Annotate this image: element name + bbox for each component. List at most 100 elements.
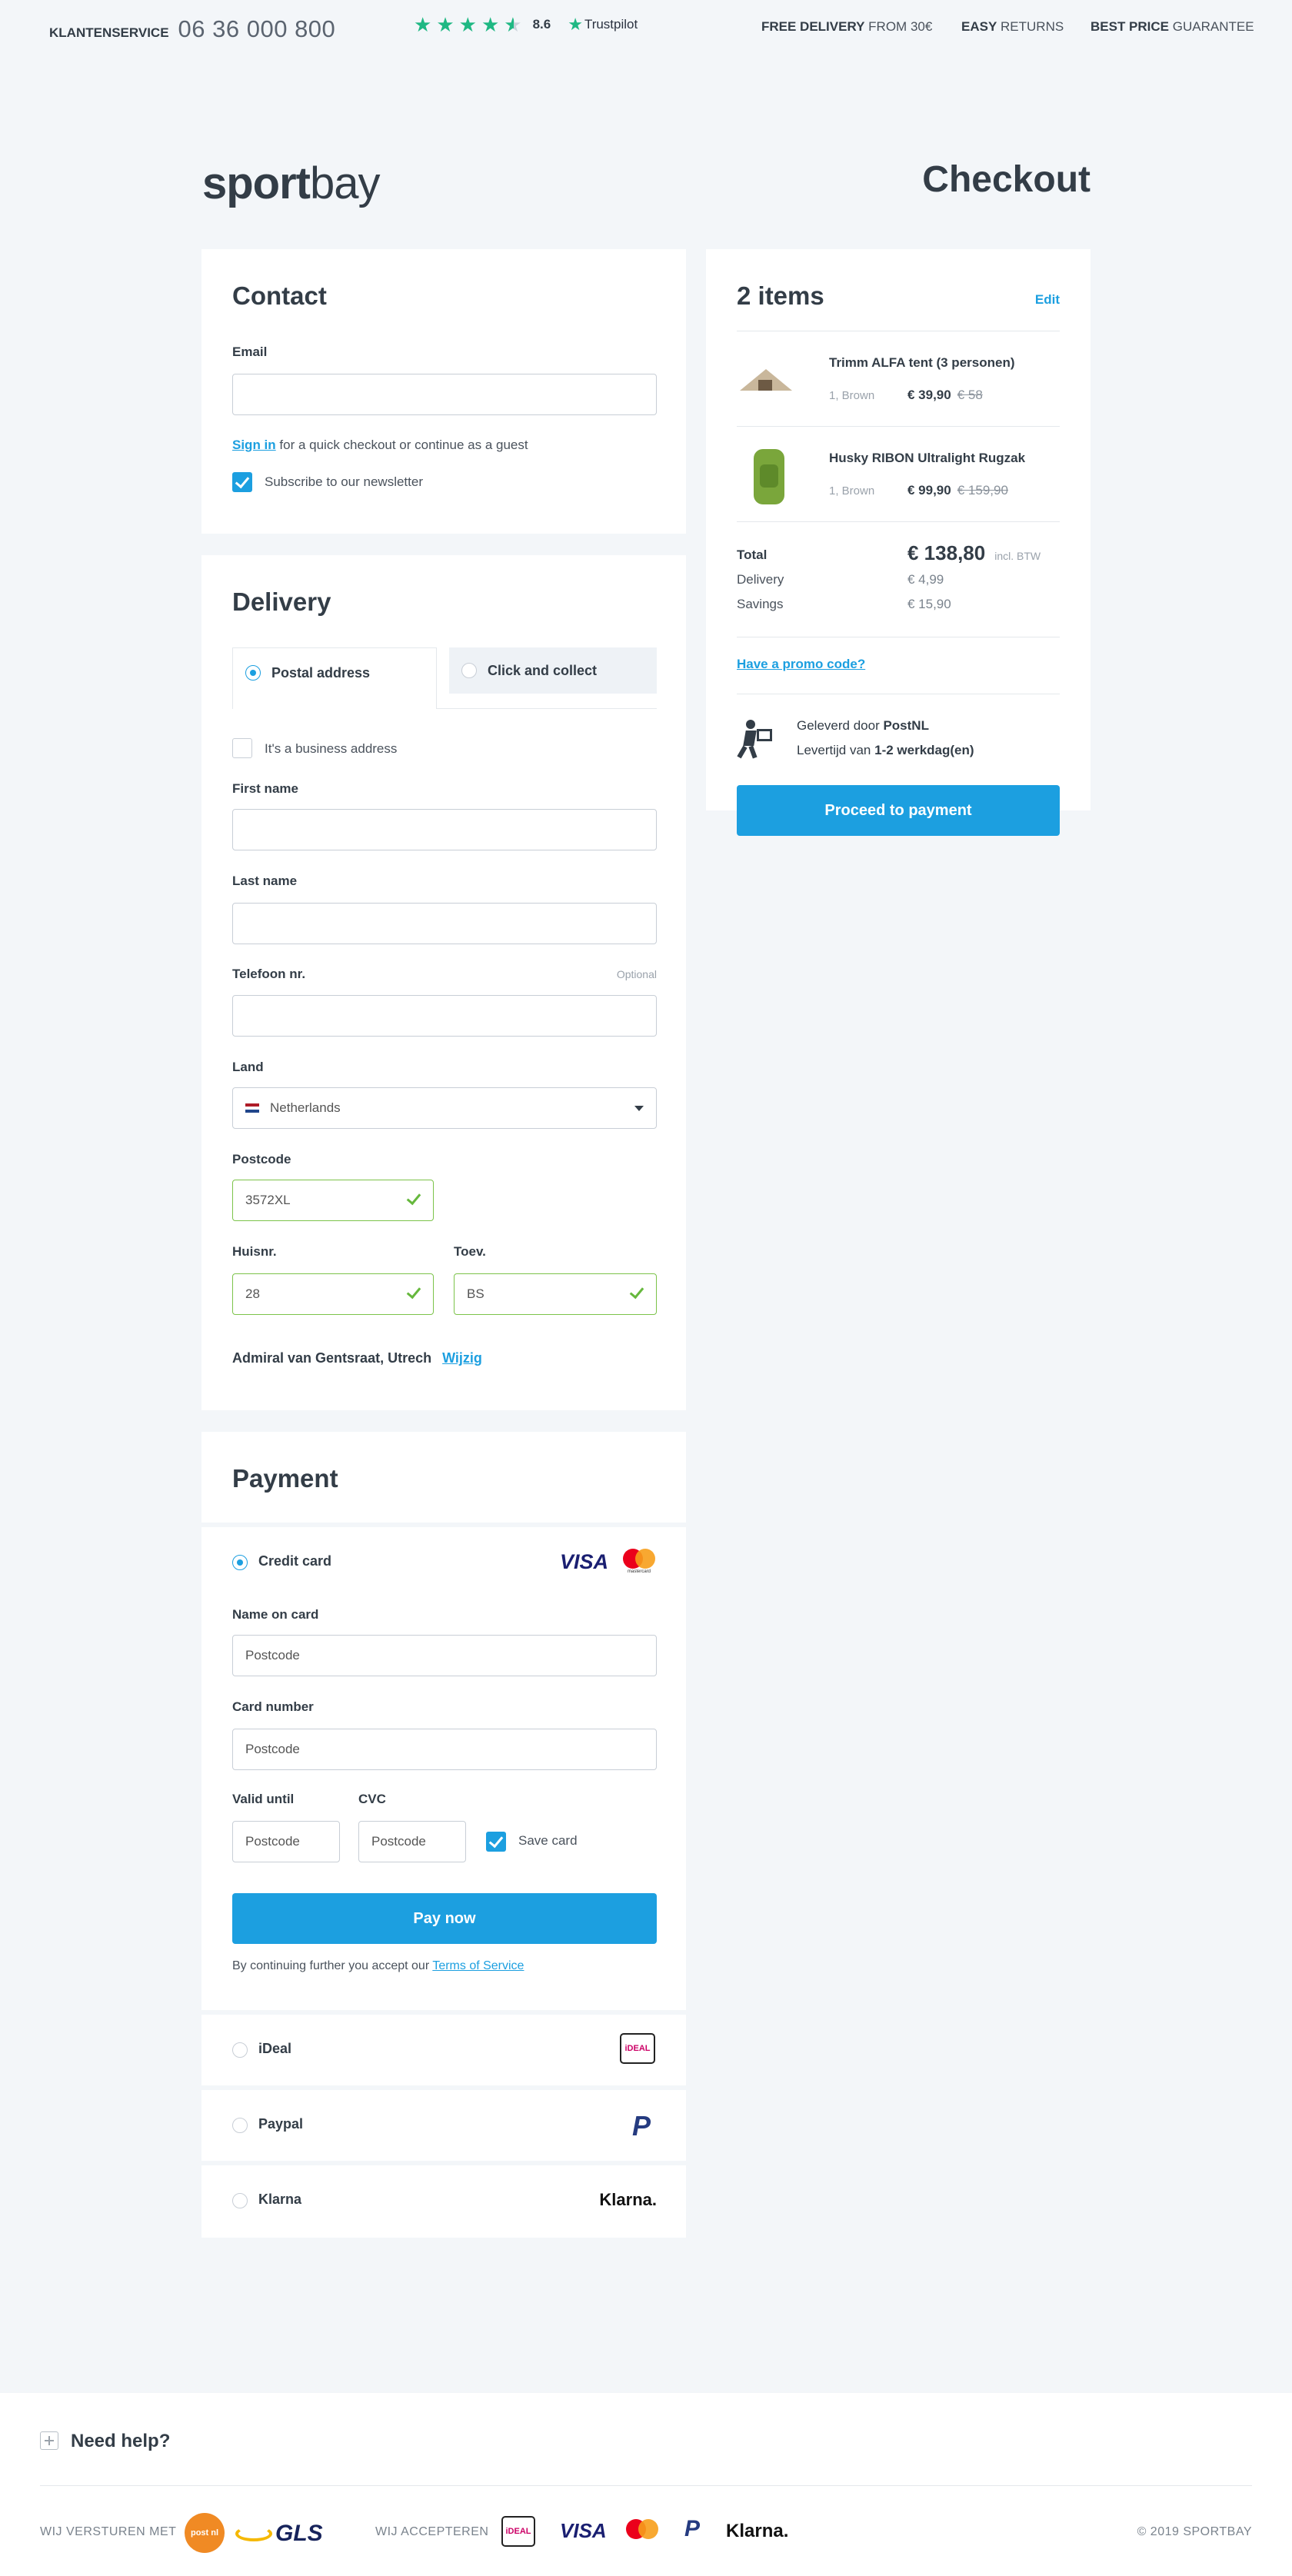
gls-swoosh-icon [235,2526,272,2541]
valid-until-placeholder: Postcode [245,1834,300,1849]
trustpilot-rating[interactable]: ★ ★ ★ ★ ★ 8.6 ★ Trustpilot [414,15,638,35]
promo-code-link[interactable]: Have a promo code? [737,657,865,672]
newsletter-label: Subscribe to our newsletter [265,474,423,489]
footer: Need help? WIJ VERSTUREN MET post nl GLS… [0,2393,1292,2576]
total-label: Total [737,547,768,562]
need-help-toggle[interactable]: Need help? [71,2431,170,2452]
postcode-field[interactable]: 3572XL [232,1180,434,1221]
klarna-option[interactable]: Klarna Klarna. [201,2165,686,2236]
ship-label: WIJ VERSTUREN MET [40,2525,177,2538]
total-note: incl. BTW [994,550,1041,562]
credit-card-radio[interactable] [232,1555,248,1570]
delivery-cost-value: € 4,99 [907,572,944,587]
terms-link[interactable]: Terms of Service [432,1959,524,1972]
country-select[interactable]: Netherlands [232,1087,657,1129]
proceed-to-payment-button[interactable]: Proceed to payment [737,785,1060,836]
ideal-option[interactable]: iDeal iDEAL [201,2015,686,2085]
country-label: Land [232,1060,264,1074]
sign-in-link[interactable]: Sign in [232,438,276,452]
payment-separator [201,1523,686,1527]
expand-icon[interactable] [40,2431,58,2450]
check-icon [630,1285,645,1300]
ideal-radio[interactable] [232,2042,248,2058]
contact-card: Contact Email Sign in for a quick checko… [201,249,686,534]
edit-cart-link[interactable]: Edit [1029,292,1060,308]
cart-item-prices: € 39,90 € 58 [907,388,983,403]
mastercard-logo [626,2519,660,2541]
delivery-card: Delivery Postal address Click and collec… [201,555,686,1410]
ideal-logo: iDEAL [501,2516,535,2547]
mastercard-logo: mastercard [621,1549,657,1575]
gls-wordmark: GLS [275,2521,323,2546]
cart-divider [737,521,1060,522]
total-line: € 138,80 incl. BTW [907,541,1041,565]
leadtime-pre: Levertijd van [797,743,875,757]
addition-field[interactable]: BS [454,1273,657,1315]
credit-card-label: Credit card [258,1553,332,1569]
name-on-card-field[interactable]: Postcode [232,1635,657,1676]
star-icon: ★ [436,13,455,36]
postal-radio[interactable] [245,665,261,681]
delivery-courier-icon [737,720,774,759]
leadtime-line: Levertijd van 1-2 werkdag(en) [797,743,974,758]
change-address-link[interactable]: Wijzig [442,1350,482,1366]
cvc-placeholder: Postcode [371,1834,426,1849]
email-field[interactable] [232,374,657,415]
valid-until-field[interactable]: Postcode [232,1821,340,1862]
paypal-radio[interactable] [232,2118,248,2133]
newsletter-checkbox[interactable] [232,472,252,492]
cart-item-meta: 1, Brown [829,389,875,402]
usp-free-delivery: FREE DELIVERY FROM 30€ [761,19,932,35]
chevron-down-icon [634,1106,644,1111]
star-icon: ★ [414,13,432,36]
name-on-card-placeholder: Postcode [245,1648,300,1662]
card-number-field[interactable]: Postcode [232,1729,657,1770]
cart-item-price: € 99,90 [907,483,951,498]
cart-item-title[interactable]: Trimm ALFA tent (3 personen) [829,355,1015,371]
cart-item-title[interactable]: Husky RIBON Ultralight Rugzak [829,451,1025,466]
carrier-line: Geleverd door PostNL [797,718,929,734]
save-card-checkbox[interactable] [486,1832,506,1852]
last-name-label: Last name [232,874,298,888]
card-number-label: Card number [232,1699,314,1714]
signin-line: Sign in for a quick checkout or continue… [232,438,528,453]
tab-postal-address[interactable]: Postal address [232,647,437,709]
last-name-field[interactable] [232,903,657,944]
first-name-field[interactable] [232,809,657,850]
ideal-logo: iDEAL [620,2033,655,2064]
signin-rest: for a quick checkout or continue as a gu… [275,438,528,452]
addition-label: Toev. [454,1244,486,1259]
address-line: Admiral van Gentsraat, Utrech Wijzig [232,1350,482,1366]
cart-item-meta: 1, Brown [829,484,875,498]
postcode-value: 3572XL [245,1193,291,1207]
payment-heading: Payment [232,1464,338,1493]
phone-field[interactable] [232,995,657,1037]
collect-radio[interactable] [461,663,477,678]
house-number-field[interactable]: 28 [232,1273,434,1315]
klarna-radio[interactable] [232,2193,248,2208]
rating-score: 8.6 [532,17,551,32]
tab-click-collect[interactable]: Click and collect [449,647,657,694]
cart-heading: 2 items [737,281,824,310]
pay-now-button[interactable]: Pay now [232,1893,657,1944]
business-checkbox[interactable] [232,738,252,758]
sportbay-logo[interactable]: sportbay [202,158,381,209]
paypal-option[interactable]: Paypal P [201,2090,686,2161]
usp-bold: EASY [961,19,997,34]
card-number-placeholder: Postcode [245,1742,300,1756]
netherlands-flag-icon [245,1103,259,1113]
paypal-icon: P [632,2110,651,2142]
tent-image[interactable] [737,357,795,403]
terms-line: By continuing further you accept our Ter… [232,1959,524,1973]
check-icon [407,1285,422,1300]
paypal-icon: P [684,2516,701,2541]
backpack-image[interactable] [749,446,791,508]
cvc-label: CVC [358,1792,386,1806]
footer-divider [40,2485,1252,2486]
address-text: Admiral van Gentsraat, Utrech [232,1350,432,1366]
cvc-field[interactable]: Postcode [358,1821,466,1862]
service-phone[interactable]: 06 36 000 800 [178,15,336,43]
usp-rest: GUARANTEE [1169,19,1254,34]
cart-item-old-price: € 159,90 [957,483,1008,498]
postnl-logo: post nl [185,2513,225,2553]
